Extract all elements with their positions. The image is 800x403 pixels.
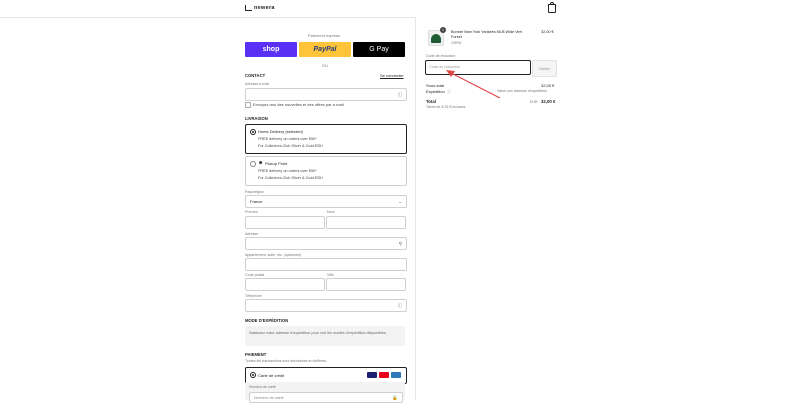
annotation-arrow-line: [450, 72, 501, 99]
annotation-arrow-overlay: [446, 70, 501, 99]
annotation-arrow-head: [446, 70, 455, 77]
